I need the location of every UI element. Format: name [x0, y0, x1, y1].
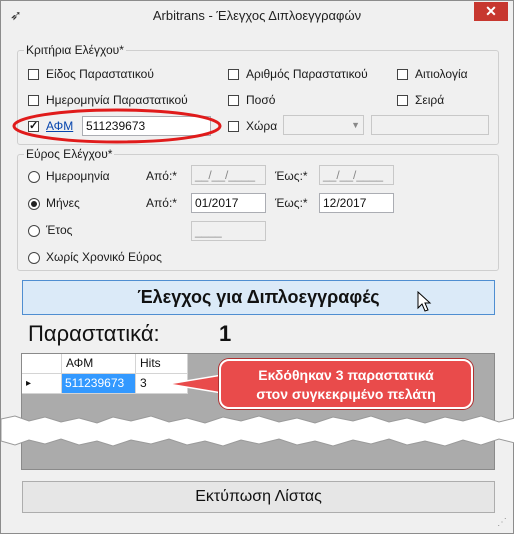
range-legend: Εύρος Ελέγχου*	[26, 147, 113, 161]
grid-header-hits[interactable]: Hits	[136, 354, 188, 374]
main-window: ➶ Arbitrans - Έλεγχος Διπλοεγγραφών ✕ Κρ…	[0, 0, 514, 534]
current-row-icon: ▸	[26, 378, 32, 389]
documents-count-value: 1	[219, 321, 232, 346]
grid-corner-header	[22, 354, 62, 374]
grid-row-header[interactable]: ▸	[22, 374, 62, 394]
country-name-field	[371, 115, 489, 135]
months-to-field[interactable]: 12/2017	[319, 193, 394, 213]
country-checkbox[interactable]	[228, 121, 239, 132]
callout-line-2: στον συγκεκριμένο πελάτη	[256, 386, 436, 402]
date-radio[interactable]	[28, 171, 40, 183]
resize-grip-icon[interactable]: ⋰	[497, 517, 507, 528]
series-checkbox[interactable]	[397, 95, 408, 106]
country-label: Χώρα	[246, 119, 278, 133]
doc-date-label: Ημερομηνία Παραστατικού	[46, 93, 188, 107]
callout-line-1: Εκδόθηκαν 3 παραστατικά	[258, 367, 434, 383]
documents-count-label: Παραστατικά:	[28, 321, 160, 346]
no-range-radio[interactable]	[28, 252, 40, 264]
series-label: Σειρά	[415, 93, 445, 107]
mouse-cursor-icon	[417, 291, 432, 312]
print-list-label: Εκτύπωση Λίστας	[195, 488, 322, 505]
doc-type-checkbox[interactable]	[28, 69, 39, 80]
doc-type-label: Είδος Παραστατικού	[46, 67, 154, 81]
months-radio[interactable]	[28, 198, 40, 210]
date-to-label: Έως:*	[275, 169, 308, 183]
title-bar[interactable]: ➶ Arbitrans - Έλεγχος Διπλοεγγραφών ✕	[1, 1, 513, 31]
months-from-field[interactable]: 01/2017	[191, 193, 266, 213]
date-to-field[interactable]: __/__/____	[319, 165, 394, 185]
criteria-legend: Κριτήρια Ελέγχου*	[26, 43, 124, 57]
annotation-callout: Εκδόθηκαν 3 παραστατικά στον συγκεκριμέν…	[219, 359, 473, 409]
year-radio-label: Έτος	[46, 223, 73, 237]
year-field[interactable]: ____	[191, 221, 266, 241]
doc-date-checkbox[interactable]	[28, 95, 39, 106]
callout-arrow	[167, 374, 223, 394]
doc-number-label: Αριθμός Παραστατικού	[246, 67, 368, 81]
amount-checkbox[interactable]	[228, 95, 239, 106]
reason-label: Αιτιολογία	[415, 67, 468, 81]
date-radio-label: Ημερομηνία	[46, 169, 110, 183]
year-radio[interactable]	[28, 225, 40, 237]
print-list-button[interactable]: Εκτύπωση Λίστας	[22, 481, 495, 513]
afm-highlight-ring	[12, 108, 222, 144]
date-from-field[interactable]: __/__/____	[191, 165, 266, 185]
doc-number-checkbox[interactable]	[228, 69, 239, 80]
amount-label: Ποσό	[246, 93, 276, 107]
chevron-down-icon: ▼	[351, 120, 360, 130]
check-duplicates-label: Έλεγχος για Διπλοεγγραφές	[137, 287, 380, 307]
window-title: Arbitrans - Έλεγχος Διπλοεγγραφών	[152, 8, 362, 23]
reason-checkbox[interactable]	[397, 69, 408, 80]
torn-edge-effect	[1, 415, 514, 447]
close-icon: ✕	[485, 3, 497, 19]
months-from-label: Από:*	[146, 196, 177, 210]
date-from-label: Από:*	[146, 169, 177, 183]
months-radio-label: Μήνες	[46, 196, 80, 210]
grid-cell-afm[interactable]: 511239673	[62, 374, 136, 394]
months-to-label: Έως:*	[275, 196, 308, 210]
no-range-radio-label: Χωρίς Χρονικό Εύρος	[46, 250, 162, 264]
country-select[interactable]: ▼	[283, 115, 364, 135]
close-button[interactable]: ✕	[474, 2, 508, 21]
grid-header-afm[interactable]: ΑΦΜ	[62, 354, 136, 374]
